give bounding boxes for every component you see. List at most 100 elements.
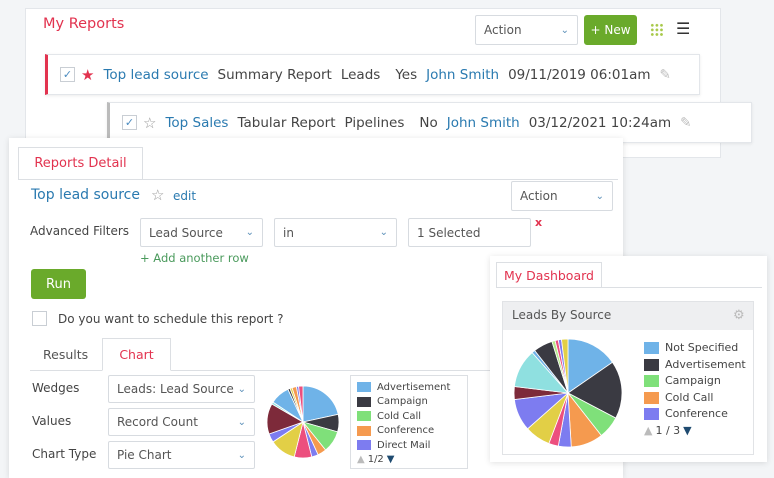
report-owner[interactable]: John Smith <box>426 67 499 83</box>
filter-value: 1 Selected <box>417 225 481 240</box>
my-dashboard-tab[interactable]: My Dashboard <box>496 262 602 288</box>
report-shared: Yes <box>395 66 418 83</box>
report-row[interactable]: ✓ ★ Top lead source Summary Report Leads… <box>45 54 700 95</box>
star-filled-icon[interactable]: ★ <box>81 66 94 84</box>
values-label: Values <box>32 414 72 428</box>
report-title: Top lead source <box>31 187 140 203</box>
legend-swatch <box>644 375 659 388</box>
chevron-down-icon: ⌄ <box>245 227 254 238</box>
chevron-down-icon: ⌄ <box>237 383 246 395</box>
wedges-select[interactable]: Leads: Lead Source ⌄ <box>108 375 255 403</box>
legend-swatch <box>357 411 371 422</box>
dashboard-tab-divider <box>496 287 762 288</box>
report-shared: No <box>419 114 438 131</box>
advanced-filters-label: Advanced Filters <box>30 224 130 238</box>
legend-label: Direct Mail <box>377 439 431 451</box>
legend-swatch <box>644 408 659 421</box>
legend-label: Conference <box>665 407 728 420</box>
tab-divider <box>18 179 618 180</box>
values-value: Record Count <box>117 415 198 429</box>
detail-action-select[interactable]: Action ⌄ <box>511 181 613 211</box>
action-label: Action <box>520 189 558 203</box>
report-name-link[interactable]: Top lead source <box>103 67 208 83</box>
action-label: Action <box>484 23 522 37</box>
chart-type-label: Chart Type <box>32 447 97 461</box>
legend-item: Conference <box>357 424 461 439</box>
pager-up-icon[interactable]: ▲ <box>357 454 365 465</box>
chevron-down-icon: ⌄ <box>560 24 569 36</box>
favorite-star-icon[interactable]: ☆ <box>151 186 164 204</box>
report-date: 09/11/2019 06:01am <box>508 66 651 83</box>
report-module: Leads <box>340 66 381 83</box>
legend-swatch <box>357 396 371 407</box>
new-report-button[interactable]: + New <box>584 15 637 45</box>
report-module: Pipelines <box>344 114 405 131</box>
chart-type-select[interactable]: Pie Chart ⌄ <box>108 441 255 469</box>
remove-filter-icon[interactable]: x <box>535 216 542 229</box>
legend-item: Conference <box>644 406 746 423</box>
schedule-checkbox[interactable] <box>32 311 47 326</box>
report-name-link[interactable]: Top Sales <box>165 115 228 131</box>
dashboard-pie-chart <box>513 338 623 448</box>
add-row-link[interactable]: + Add another row <box>140 251 249 265</box>
pager-up-icon[interactable]: ▲ <box>644 424 652 437</box>
legend-item: Advertisement <box>357 380 461 395</box>
widget-settings-gear-icon[interactable]: ⚙ <box>733 308 745 323</box>
report-type: Tabular Report <box>237 114 336 131</box>
pager-text: 1/2 <box>367 454 384 465</box>
pager-text: 1 / 3 <box>655 424 681 437</box>
list-view-icon[interactable]: ☰ <box>676 21 690 37</box>
tab-chart[interactable]: Chart <box>102 338 171 371</box>
star-outline-icon[interactable]: ☆ <box>143 114 156 132</box>
legend-swatch <box>644 358 659 371</box>
reports-detail-tab[interactable]: Reports Detail <box>18 147 143 180</box>
pager-down-icon[interactable]: ▼ <box>683 424 691 437</box>
legend-pager: ▲ 1 / 3 ▼ <box>644 423 746 439</box>
legend-pager: ▲ 1/2 ▼ <box>357 453 461 467</box>
chart-type-value: Pie Chart <box>117 448 172 462</box>
row-checkbox[interactable]: ✓ <box>60 67 75 82</box>
chevron-down-icon: ⌄ <box>595 190 604 202</box>
report-pie-chart <box>266 385 340 459</box>
chevron-down-icon: ⌄ <box>237 416 246 428</box>
chevron-down-icon: ⌄ <box>379 227 388 238</box>
legend-swatch <box>644 391 659 404</box>
legend-item: Direct Mail <box>357 438 461 453</box>
filter-operator-value: in <box>283 225 294 240</box>
legend-item: Advertisement <box>644 357 746 374</box>
report-date: 03/12/2021 10:24am <box>528 114 672 131</box>
schedule-label: Do you want to schedule this report ? <box>58 312 284 326</box>
edit-pencil-icon[interactable]: ✎ <box>680 115 691 131</box>
reports-action-select[interactable]: Action ⌄ <box>475 15 578 45</box>
edit-pencil-icon[interactable]: ✎ <box>660 67 671 83</box>
values-select[interactable]: Record Count ⌄ <box>108 408 255 436</box>
dashboard-chart-legend: Not Specified Advertisement Campaign Cold C… <box>644 340 746 439</box>
report-row[interactable]: ✓ ☆ Top Sales Tabular Report Pipelines N… <box>107 102 752 143</box>
row-checkbox[interactable]: ✓ <box>122 115 137 130</box>
legend-label: Campaign <box>665 374 721 387</box>
legend-label: Cold Call <box>377 410 422 422</box>
tab-results[interactable]: Results <box>43 347 88 362</box>
legend-swatch <box>644 342 659 355</box>
wedges-label: Wedges <box>32 381 80 395</box>
legend-label: Advertisement <box>377 381 451 393</box>
edit-link[interactable]: edit <box>173 189 196 203</box>
legend-label: Not Specified <box>665 341 739 354</box>
report-chart-legend: Advertisement Campaign Cold Call Conference… <box>350 375 468 469</box>
report-owner[interactable]: John Smith <box>447 115 520 131</box>
filter-field-select[interactable]: Lead Source ⌄ <box>140 218 263 247</box>
legend-item: Cold Call <box>357 409 461 424</box>
legend-item: Campaign <box>357 395 461 410</box>
pager-down-icon[interactable]: ▼ <box>387 454 395 465</box>
filter-operator-select[interactable]: in ⌄ <box>274 218 397 247</box>
filter-value-input[interactable]: 1 Selected <box>408 218 531 247</box>
legend-swatch <box>357 425 371 436</box>
legend-label: Campaign <box>377 396 428 408</box>
grid-view-icon[interactable] <box>650 23 664 37</box>
run-button[interactable]: Run <box>31 269 86 299</box>
legend-swatch <box>357 440 371 451</box>
legend-item: Not Specified <box>644 340 746 357</box>
legend-label: Conference <box>377 425 435 437</box>
widget-title: Leads By Source <box>512 308 612 322</box>
chevron-down-icon: ⌄ <box>237 449 246 461</box>
